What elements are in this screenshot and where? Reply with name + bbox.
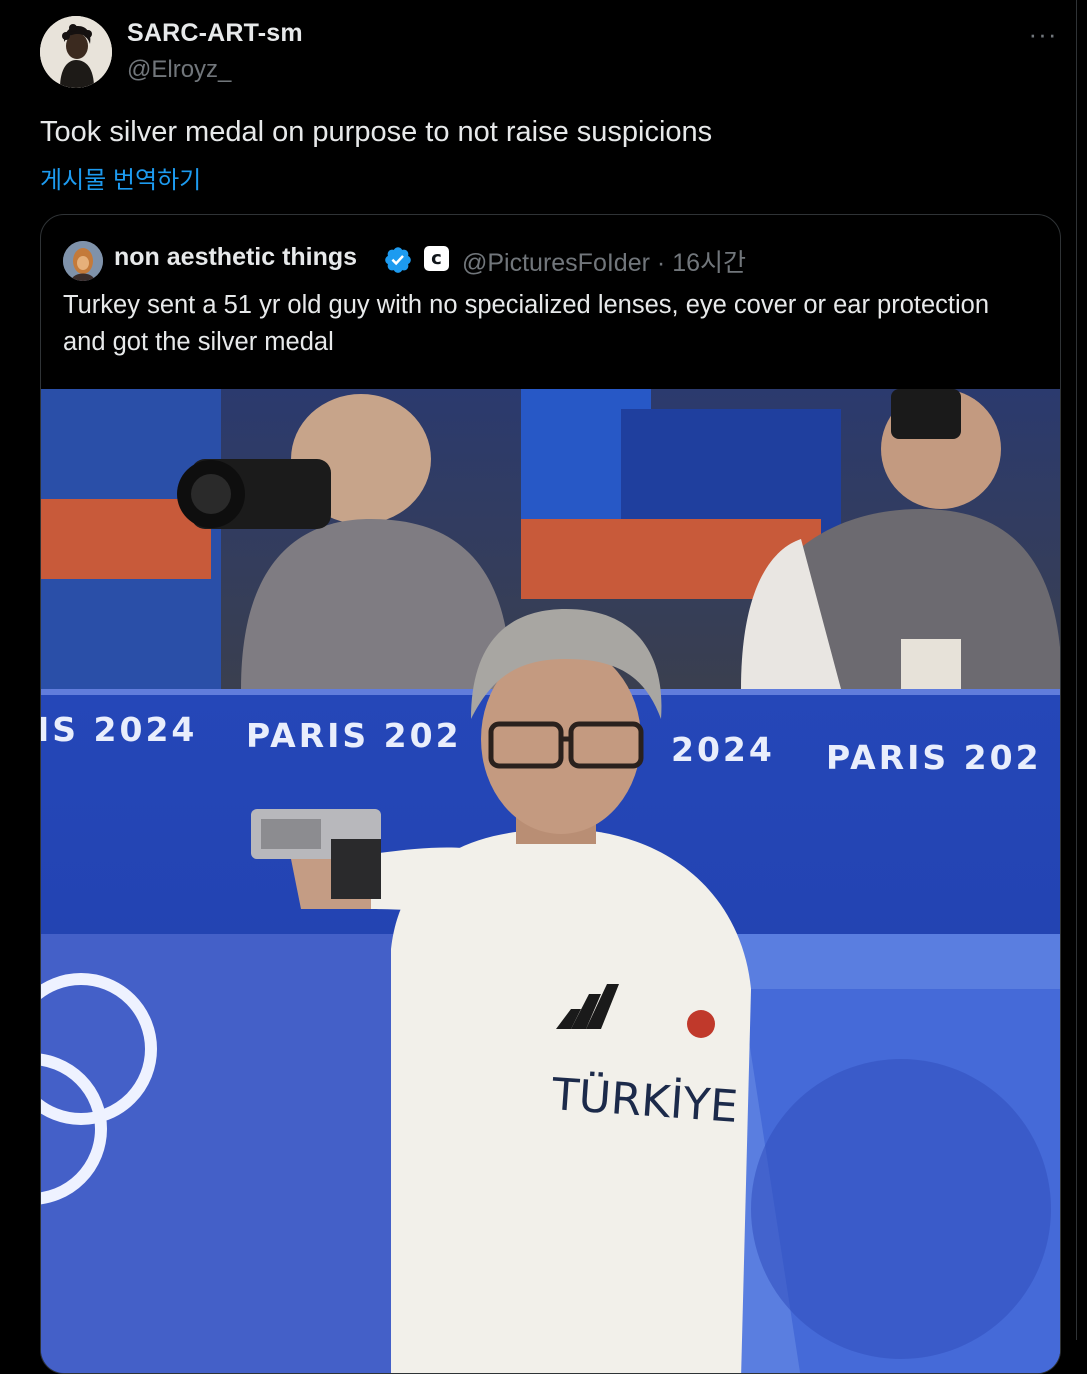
quoted-author-handle[interactable]: @PicturesFoIder: [462, 249, 650, 277]
author-name[interactable]: SARC-ART-sm: [127, 19, 303, 48]
affiliate-badge-icon: c: [424, 246, 449, 271]
post: SARC-ART-sm @Elroyz_ ··· Took silver med…: [0, 0, 1077, 1374]
quoted-author-name[interactable]: non aesthetic things: [114, 243, 357, 272]
post-text: Took silver medal on purpose to not rais…: [40, 116, 713, 148]
quoted-timestamp[interactable]: 16시간: [672, 249, 746, 277]
meta-separator: ·: [656, 249, 666, 277]
banner-text: 2024: [671, 730, 775, 769]
verified-badge-icon: [385, 247, 411, 273]
author-avatar[interactable]: [40, 16, 112, 88]
translate-post-link[interactable]: 게시물 번역하기: [40, 160, 201, 195]
quoted-media-photo[interactable]: IS 2024 PARIS 202 2024 PARIS 202 TÜRKİYE: [41, 389, 1060, 1373]
quoted-post[interactable]: non aesthetic things c @PicturesFoIder ·…: [40, 214, 1061, 1374]
banner-text: IS 2024: [41, 710, 197, 749]
quoted-text: Turkey sent a 51 yr old guy with no spec…: [63, 291, 990, 356]
timeline-divider: [1076, 0, 1077, 1340]
more-horizontal-icon: ···: [1028, 18, 1058, 49]
banner-text: PARIS 202: [826, 738, 1042, 777]
quoted-meta: @PicturesFoIder · 16시간: [462, 243, 746, 279]
quoted-author-avatar[interactable]: [63, 241, 103, 281]
more-options-button[interactable]: ···: [1025, 18, 1061, 49]
banner-text: PARIS 202: [246, 716, 462, 755]
author-handle[interactable]: @Elroyz_: [127, 56, 231, 84]
